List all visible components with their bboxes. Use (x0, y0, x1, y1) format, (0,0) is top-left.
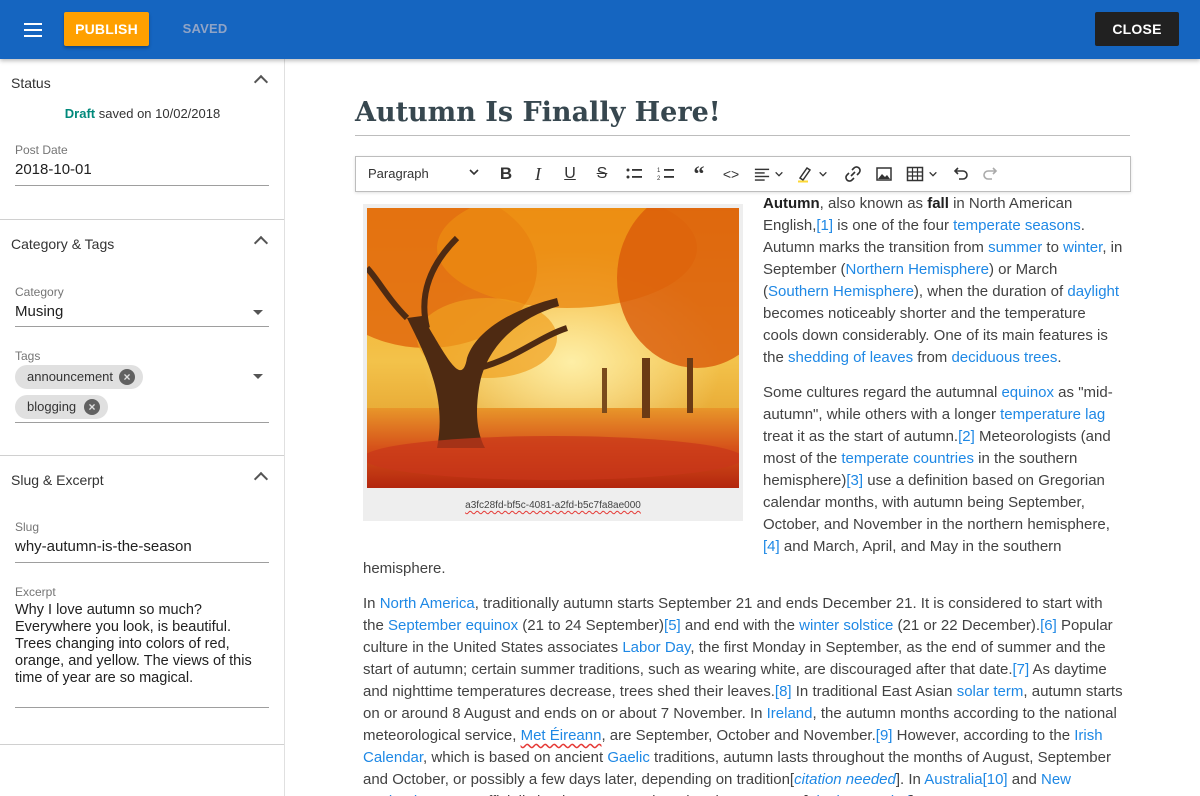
section-title: Category & Tags (11, 236, 115, 252)
slug-underline (15, 562, 269, 563)
publish-button[interactable]: PUBLISH (64, 12, 149, 46)
tag-chip-announcement[interactable]: announcement × (15, 365, 143, 389)
tag-chip-blogging[interactable]: blogging × (15, 395, 108, 419)
numbered-list-icon[interactable]: 12 (653, 157, 679, 191)
image-figure[interactable]: a3fc28fd-bf5c-4081-a2fd-b5c7fa8ae000 (363, 204, 743, 521)
tags-underline (15, 422, 269, 423)
table-icon[interactable] (904, 157, 940, 191)
category-underline (15, 326, 269, 327)
chevron-up-icon[interactable] (253, 235, 269, 251)
section-title: Status (11, 75, 51, 91)
image-caption[interactable]: a3fc28fd-bf5c-4081-a2fd-b5c7fa8ae000 (363, 500, 743, 511)
post-title[interactable]: Autumn Is Finally Here! (355, 97, 721, 128)
saved-on-text: saved on 10/02/2018 (98, 106, 221, 121)
image-icon[interactable] (871, 157, 897, 191)
chevron-down-icon (819, 171, 827, 177)
category-tags-section: Category & Tags Category Musing Tags ann… (0, 220, 284, 456)
chevron-down-icon (775, 171, 783, 177)
autumn-trees-image[interactable] (367, 208, 739, 488)
blockquote-icon[interactable]: “ (686, 157, 712, 191)
svg-text:1: 1 (657, 168, 661, 174)
close-button[interactable]: CLOSE (1095, 12, 1179, 46)
chevron-down-icon (929, 171, 937, 177)
paragraph-format-select[interactable]: Paragraph (368, 157, 480, 191)
chevron-up-icon[interactable] (253, 74, 269, 90)
title-divider (355, 135, 1130, 136)
chevron-up-icon[interactable] (253, 471, 269, 487)
chevron-down-icon (469, 169, 479, 176)
tag-chip-label: blogging (27, 399, 77, 414)
editor-area: Autumn Is Finally Here! Paragraph B I U … (285, 59, 1200, 796)
hamburger-menu-icon[interactable] (20, 17, 48, 43)
saved-button[interactable]: SAVED (172, 12, 238, 46)
editor-toolbar: Paragraph B I U S 12 “ <> (355, 156, 1131, 192)
category-tags-header[interactable]: Category & Tags (0, 220, 284, 270)
link-icon[interactable] (840, 157, 866, 191)
strikethrough-icon[interactable]: S (590, 157, 614, 191)
category-dropdown-icon[interactable] (253, 310, 263, 315)
settings-sidebar: Status Draft saved on 10/02/2018 Post Da… (0, 59, 285, 796)
category-label: Category (15, 285, 64, 299)
align-icon[interactable] (751, 157, 787, 191)
svg-text:2: 2 (657, 176, 661, 182)
underline-icon[interactable]: U (558, 157, 582, 191)
slug-label: Slug (15, 520, 40, 534)
draft-status: Draft saved on 10/02/2018 (0, 106, 285, 121)
code-icon[interactable]: <> (718, 157, 744, 191)
post-date-label: Post Date (15, 143, 68, 157)
undo-icon[interactable] (947, 157, 973, 191)
post-date-field[interactable]: 2018-10-01 (15, 161, 92, 178)
tag-chip-label: announcement (27, 369, 114, 384)
excerpt-underline (15, 707, 269, 708)
excerpt-textarea[interactable]: Why I love autumn so much? Everywhere yo… (15, 602, 269, 687)
italic-icon[interactable]: I (526, 157, 550, 191)
section-title: Slug & Excerpt (11, 472, 104, 488)
paragraph: In North America, traditionally autumn s… (363, 595, 1123, 796)
remove-tag-icon[interactable]: × (119, 369, 135, 385)
slug-excerpt-header[interactable]: Slug & Excerpt (0, 456, 284, 502)
category-select[interactable]: Musing (15, 303, 63, 320)
app-bar: PUBLISH SAVED CLOSE (0, 0, 1200, 59)
slug-excerpt-section: Slug & Excerpt Slug why-autumn-is-the-se… (0, 456, 284, 745)
remove-tag-icon[interactable]: × (84, 399, 100, 415)
draft-badge: Draft (64, 106, 96, 121)
highlight-color-icon[interactable] (792, 157, 832, 191)
bold-icon[interactable]: B (494, 157, 518, 191)
tags-label: Tags (15, 349, 41, 363)
status-section-header[interactable]: Status (0, 59, 284, 105)
format-label: Paragraph (368, 166, 429, 181)
excerpt-label: Excerpt (15, 585, 56, 599)
status-section: Status Draft saved on 10/02/2018 Post Da… (0, 59, 284, 220)
bullet-list-icon[interactable] (621, 157, 647, 191)
slug-field[interactable]: why-autumn-is-the-season (15, 538, 192, 555)
redo-icon[interactable] (978, 157, 1004, 191)
post-date-underline (15, 185, 269, 186)
tags-dropdown-icon[interactable] (253, 374, 263, 379)
